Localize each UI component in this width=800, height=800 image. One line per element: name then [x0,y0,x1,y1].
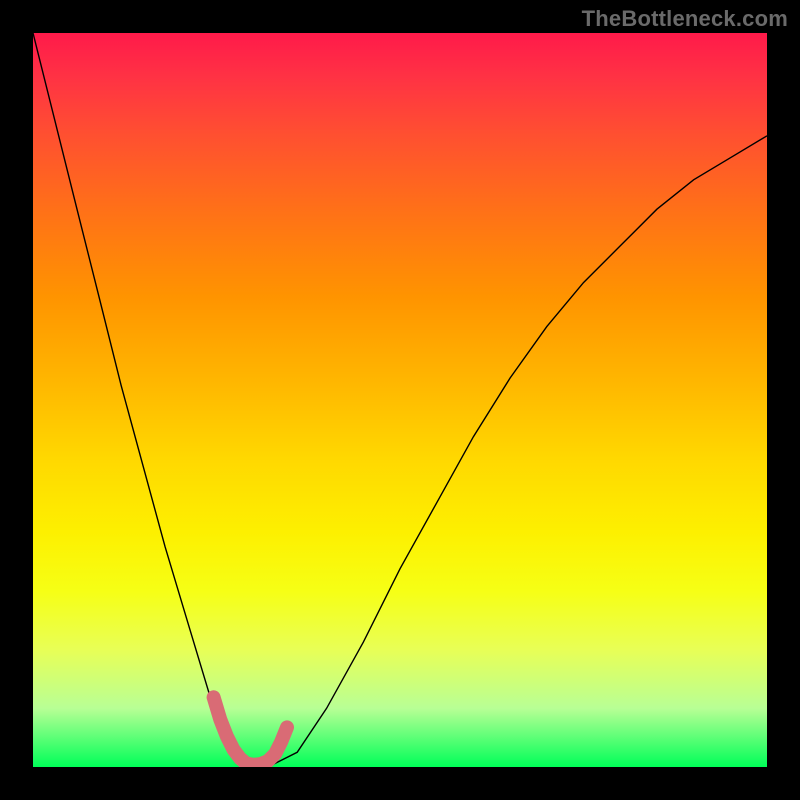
watermark-text: TheBottleneck.com [582,6,788,32]
plot-area [33,33,767,767]
bottleneck-curve [33,33,767,767]
chart-frame: TheBottleneck.com [0,0,800,800]
curve-svg [33,33,767,767]
valley-marker [214,697,287,765]
